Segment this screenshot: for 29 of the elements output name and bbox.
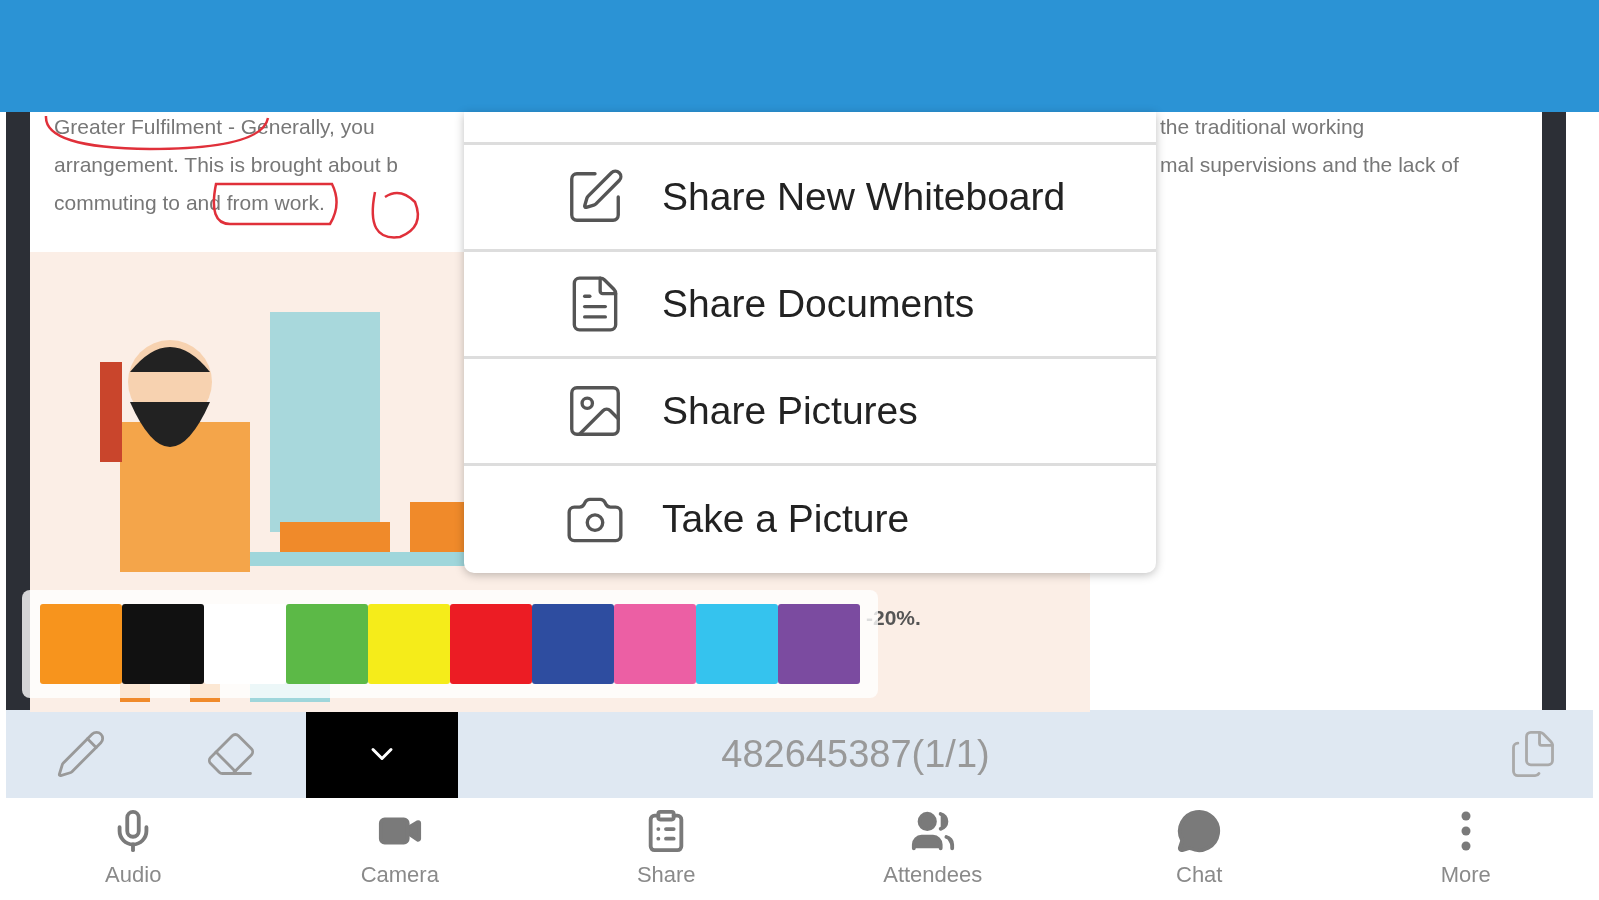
color-swatch[interactable] (778, 604, 860, 684)
menu-item[interactable]: Share New Whiteboard (464, 145, 1156, 252)
tab-bar-item[interactable]: Audio (0, 798, 267, 900)
more-icon (1460, 810, 1471, 851)
color-swatch[interactable] (204, 604, 286, 684)
pencil-icon (55, 728, 107, 780)
document-text: the traditional working (1160, 114, 1366, 140)
color-swatch[interactable] (40, 604, 122, 684)
meeting-id: 482645387(1/1) (721, 731, 990, 777)
tab-bar-item[interactable]: Share (533, 798, 800, 900)
tab-bar-item[interactable]: More (1332, 798, 1599, 900)
color-swatch[interactable] (122, 604, 204, 684)
color-swatch[interactable] (696, 604, 778, 684)
menu-item[interactable]: Share Documents (464, 252, 1156, 359)
tab-bar-item[interactable]: Attendees (799, 798, 1066, 900)
collapse-button[interactable] (306, 710, 458, 798)
color-swatch[interactable] (368, 604, 450, 684)
color-swatch[interactable] (614, 604, 696, 684)
document-text: mal supervisions and the lack of (1160, 152, 1459, 178)
tab-bar-item[interactable]: Camera (266, 798, 533, 900)
figure-caption: -20%. (866, 605, 921, 631)
color-swatch[interactable] (450, 604, 532, 684)
speech-bubble-icon (1176, 807, 1223, 854)
tab-bar-item[interactable]: Chat (1066, 798, 1333, 900)
color-swatch[interactable] (286, 604, 368, 684)
menu-item[interactable]: Share Pictures (464, 359, 1156, 466)
color-swatch[interactable] (532, 604, 614, 684)
menu-item[interactable]: Take a Picture (464, 466, 1156, 573)
document-text: arrangement. This is brought about b (54, 152, 399, 178)
